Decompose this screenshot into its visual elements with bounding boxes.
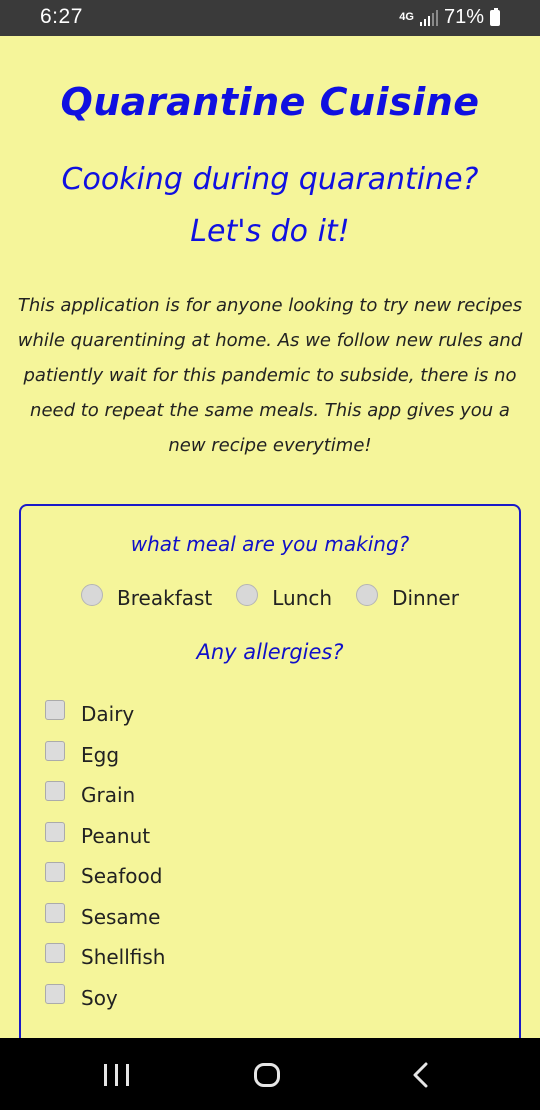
meal-option-breakfast[interactable]: Breakfast <box>81 584 213 610</box>
radio-dinner[interactable] <box>356 584 379 606</box>
home-icon[interactable] <box>254 1063 280 1087</box>
battery-percent: 71% <box>443 6 484 28</box>
allergy-label: Dairy <box>81 702 135 727</box>
meal-question: what meal are you making? <box>130 532 410 556</box>
back-icon[interactable] <box>410 1062 430 1088</box>
navigation-bar <box>0 1038 540 1110</box>
subtitle-line-2: Let's do it! <box>190 214 350 249</box>
main-content: Quarantine Cuisine Cooking during quaran… <box>0 36 540 1038</box>
meal-option-lunch[interactable]: Lunch <box>236 584 333 610</box>
allergy-label: Grain <box>81 783 136 808</box>
recent-apps-icon[interactable] <box>104 1064 129 1086</box>
status-time: 6:27 <box>40 5 83 28</box>
meal-form: what meal are you making? Breakfast Lunc… <box>19 504 521 1038</box>
checkbox-shellfish[interactable] <box>45 943 65 964</box>
allergy-item-egg[interactable]: Egg <box>45 735 519 776</box>
allergy-list: Dairy Egg Grain Peanut Seafood Sesame Sh… <box>21 694 519 1018</box>
checkbox-egg[interactable] <box>45 740 65 761</box>
allergy-item-sesame[interactable]: Sesame <box>45 897 519 938</box>
radio-lunch[interactable] <box>236 584 259 606</box>
signal-icon <box>419 9 438 26</box>
status-indicators: 4G 71% <box>399 6 500 29</box>
app-description: This application is for anyone looking t… <box>17 295 523 456</box>
meal-options: Breakfast Lunch Dinner <box>21 584 519 610</box>
checkbox-grain[interactable] <box>45 781 65 802</box>
allergy-label: Shellfish <box>81 945 166 970</box>
battery-icon <box>490 7 500 26</box>
subtitle-line-1: Cooking during quarantine? <box>61 162 479 197</box>
status-bar: 6:27 4G 71% <box>0 0 540 36</box>
allergy-label: Peanut <box>81 823 151 848</box>
checkbox-dairy[interactable] <box>45 700 65 721</box>
allergy-label: Soy <box>81 985 118 1010</box>
network-type: 4G <box>399 11 414 23</box>
allergy-item-shellfish[interactable]: Shellfish <box>45 937 519 978</box>
meal-option-label: Lunch <box>272 586 333 610</box>
meal-option-label: Dinner <box>392 586 459 610</box>
checkbox-sesame[interactable] <box>45 902 65 923</box>
checkbox-seafood[interactable] <box>45 862 65 883</box>
meal-option-label: Breakfast <box>117 586 213 610</box>
allergy-question: Any allergies? <box>196 640 344 664</box>
checkbox-soy[interactable] <box>45 983 65 1004</box>
meal-option-dinner[interactable]: Dinner <box>356 584 459 610</box>
allergy-item-dairy[interactable]: Dairy <box>45 694 519 735</box>
allergy-item-soy[interactable]: Soy <box>45 978 519 1019</box>
app-title: Quarantine Cuisine <box>60 80 480 124</box>
allergy-label: Sesame <box>81 904 161 929</box>
radio-breakfast[interactable] <box>81 584 104 606</box>
allergy-item-seafood[interactable]: Seafood <box>45 856 519 897</box>
allergy-label: Seafood <box>81 864 163 889</box>
allergy-item-grain[interactable]: Grain <box>45 775 519 816</box>
allergy-label: Egg <box>81 742 120 767</box>
subtitle: Cooking during quarantine? Let's do it! <box>0 154 540 258</box>
allergy-item-peanut[interactable]: Peanut <box>45 816 519 857</box>
checkbox-peanut[interactable] <box>45 821 65 842</box>
